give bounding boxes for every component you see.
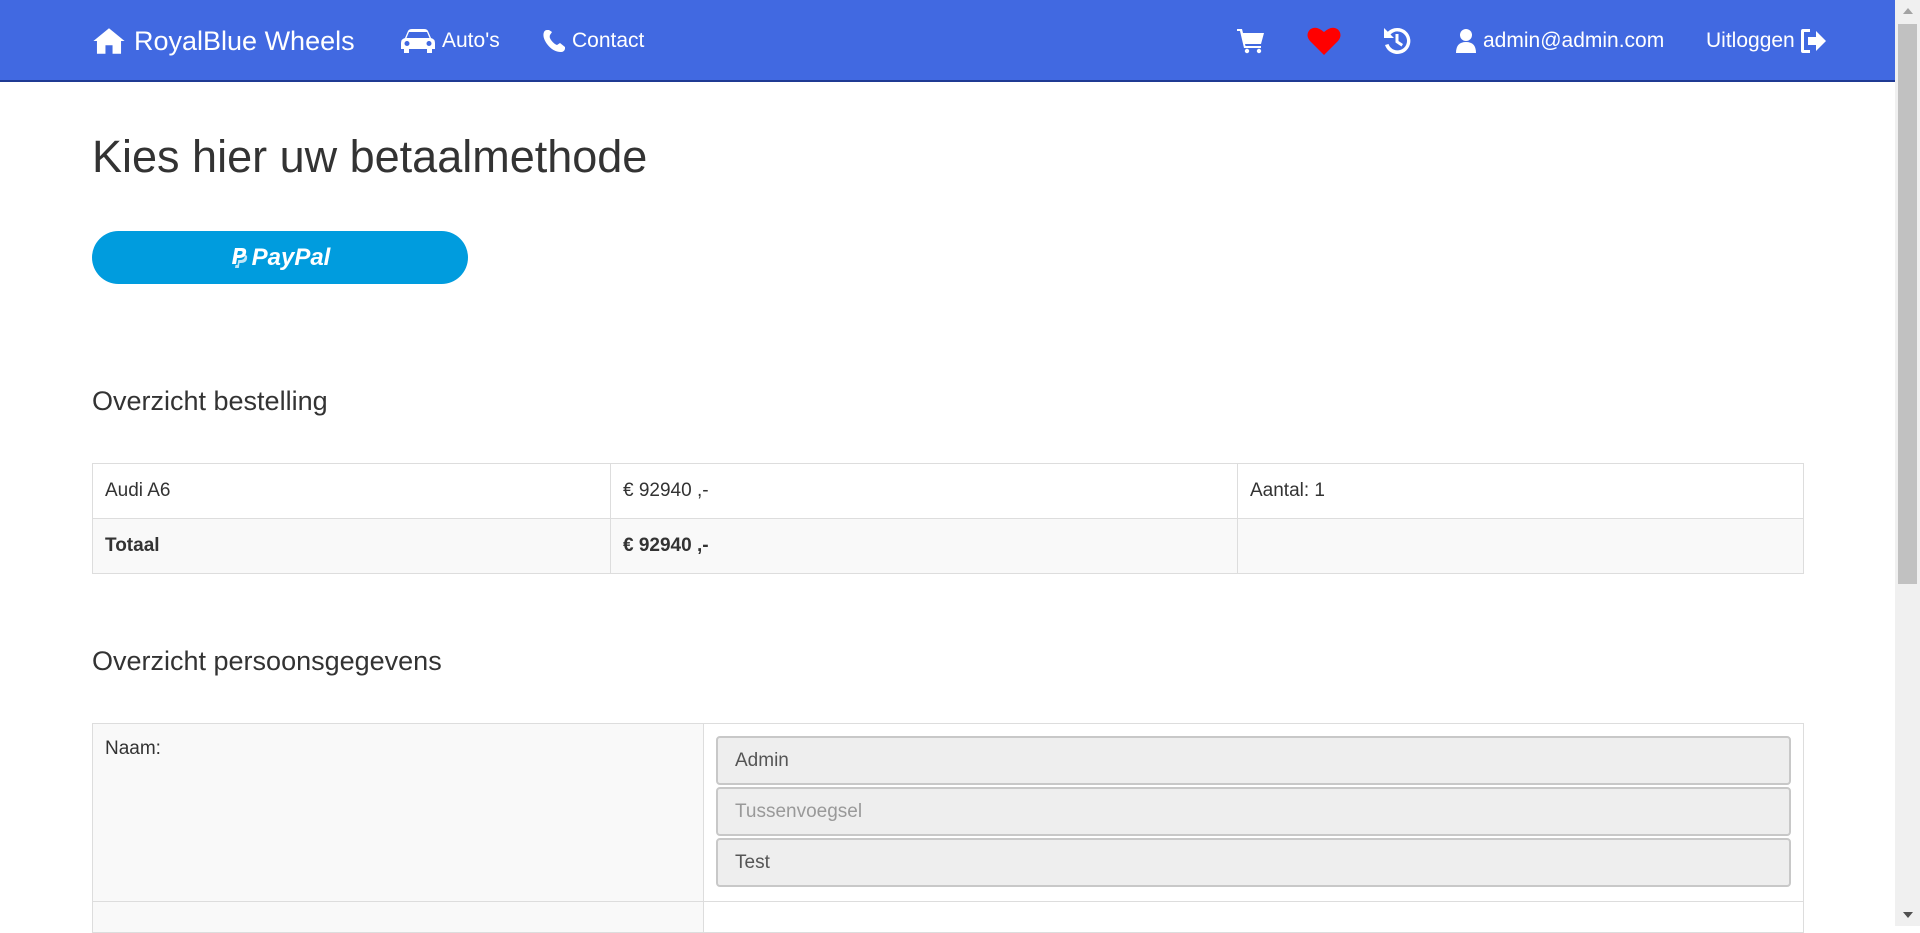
scrollbar[interactable] (1895, 0, 1920, 926)
cart-link[interactable] (1237, 0, 1265, 82)
personal-table: Naam: (92, 723, 1804, 933)
personal-overview-title: Overzicht persoonsgegevens (92, 646, 442, 676)
home-icon (93, 28, 125, 54)
paypal-icon (231, 247, 247, 268)
phone-icon (543, 30, 565, 52)
heart-icon (1307, 27, 1341, 55)
nav-autos-label: Auto's (442, 29, 500, 52)
scroll-up-button[interactable] (1895, 0, 1920, 22)
product-price: € 92940 ,- (610, 463, 1238, 519)
brand-link[interactable]: RoyalBlue Wheels (92, 0, 355, 82)
navbar: RoyalBlue Wheels Auto's Contact admin@ad… (0, 0, 1895, 82)
last-name-field[interactable] (716, 838, 1791, 887)
infix-field[interactable] (716, 787, 1791, 836)
first-name-field[interactable] (716, 736, 1791, 785)
product-quantity: Aantal: 1 (1237, 463, 1804, 519)
total-empty-cell (1237, 518, 1804, 574)
page-title: Kies hier uw betaalmethode (92, 131, 648, 182)
user-email: admin@admin.com (1483, 29, 1665, 52)
order-table: Audi A6 € 92940 ,- Aantal: 1 Totaal € 92… (92, 463, 1804, 574)
cart-icon (1237, 29, 1264, 54)
logout-link[interactable]: Uitloggen (1706, 0, 1827, 82)
total-label: Totaal (92, 518, 611, 574)
next-label (92, 901, 704, 933)
logout-label: Uitloggen (1706, 29, 1795, 52)
name-label: Naam: (92, 723, 704, 902)
nav-contact-label: Contact (572, 29, 645, 52)
arrow-up-icon (1902, 8, 1913, 14)
order-overview-title: Overzicht bestelling (92, 386, 328, 416)
table-row: Audi A6 € 92940 ,- Aantal: 1 (92, 463, 1804, 519)
history-icon (1384, 27, 1411, 54)
history-link[interactable] (1382, 0, 1412, 82)
product-name: Audi A6 (92, 463, 611, 519)
favorites-link[interactable] (1307, 0, 1341, 82)
table-row (92, 901, 1804, 933)
user-icon (1456, 29, 1476, 53)
nav-autos-link[interactable]: Auto's (400, 0, 500, 82)
total-row: Totaal € 92940 ,- (92, 518, 1804, 574)
car-icon (401, 29, 435, 53)
next-value (703, 901, 1804, 933)
name-fields (703, 723, 1804, 902)
paypal-button[interactable]: PayPal (92, 231, 468, 284)
brand-label: RoyalBlue Wheels (134, 25, 355, 56)
scroll-thumb[interactable] (1898, 24, 1917, 584)
paypal-label: PayPal (251, 243, 331, 271)
user-account-link[interactable]: admin@admin.com (1455, 0, 1664, 82)
total-value: € 92940 ,- (610, 518, 1238, 574)
table-row: Naam: (92, 723, 1804, 902)
logout-icon (1800, 29, 1826, 53)
scroll-down-button[interactable] (1895, 904, 1920, 926)
arrow-down-icon (1902, 912, 1913, 918)
nav-contact-link[interactable]: Contact (542, 0, 644, 82)
